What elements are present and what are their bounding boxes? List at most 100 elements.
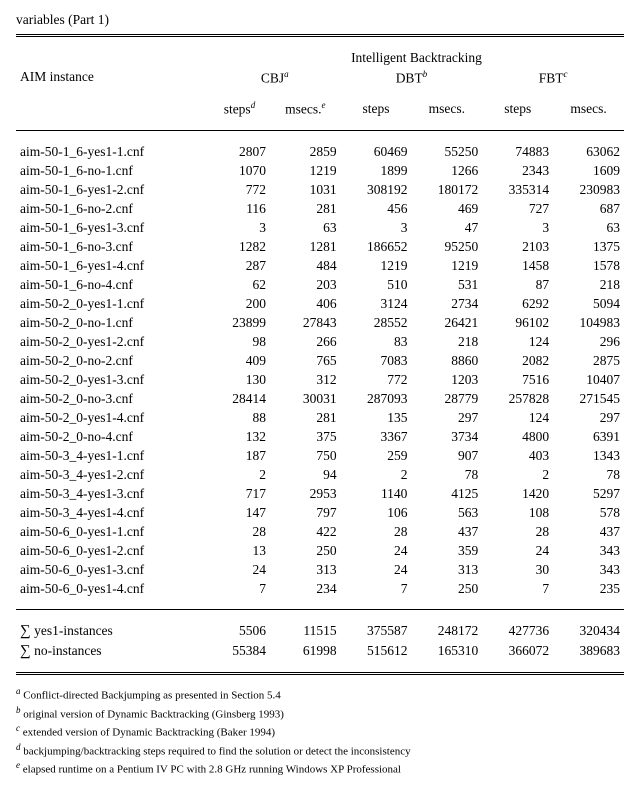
sum-label: ∑ no-instances bbox=[16, 641, 209, 661]
cell-cbj-steps: 23899 bbox=[209, 313, 270, 332]
cell-instance: aim-50-1_6-yes1-4.cnf bbox=[16, 256, 209, 275]
cell-fbt-steps: 2082 bbox=[482, 351, 553, 370]
cell-instance: aim-50-6_0-yes1-3.cnf bbox=[16, 560, 209, 579]
cell-instance: aim-50-3_4-yes1-3.cnf bbox=[16, 484, 209, 503]
cell-cbj-msecs: 406 bbox=[270, 294, 341, 313]
cell-fbt-msecs: 296 bbox=[553, 332, 624, 351]
cell-cbj-steps: 1282 bbox=[209, 237, 270, 256]
cell-instance: aim-50-6_0-yes1-4.cnf bbox=[16, 579, 209, 598]
cell-cbj-msecs: 1281 bbox=[270, 237, 341, 256]
cell-instance: aim-50-1_6-no-1.cnf bbox=[16, 161, 209, 180]
cell-fbt-msecs: 6391 bbox=[553, 427, 624, 446]
sum-cbj-steps: 55384 bbox=[209, 641, 270, 661]
cell-fbt-steps: 403 bbox=[482, 446, 553, 465]
cell-fbt-msecs: 297 bbox=[553, 408, 624, 427]
cell-instance: aim-50-6_0-yes1-2.cnf bbox=[16, 541, 209, 560]
table-row: aim-50-2_0-no-4.cnf132375336737344800639… bbox=[16, 427, 624, 446]
cell-dbt-steps: 24 bbox=[341, 541, 412, 560]
cell-dbt-msecs: 250 bbox=[411, 579, 482, 598]
sum-fbt-msecs: 389683 bbox=[553, 641, 624, 661]
table-row: aim-50-3_4-yes1-2.cnf294278278 bbox=[16, 465, 624, 484]
cell-cbj-msecs: 765 bbox=[270, 351, 341, 370]
sum-dbt-msecs: 165310 bbox=[411, 641, 482, 661]
table-row: aim-50-3_4-yes1-1.cnf1877502599074031343 bbox=[16, 446, 624, 465]
sum-fbt-msecs: 320434 bbox=[553, 621, 624, 641]
cell-fbt-msecs: 271545 bbox=[553, 389, 624, 408]
cell-cbj-msecs: 281 bbox=[270, 408, 341, 427]
cell-fbt-msecs: 10407 bbox=[553, 370, 624, 389]
cell-dbt-steps: 28552 bbox=[341, 313, 412, 332]
cell-fbt-msecs: 2875 bbox=[553, 351, 624, 370]
cell-fbt-steps: 87 bbox=[482, 275, 553, 294]
cell-instance: aim-50-2_0-yes1-3.cnf bbox=[16, 370, 209, 389]
header-dbt: DBTb bbox=[341, 67, 483, 88]
cell-fbt-msecs: 104983 bbox=[553, 313, 624, 332]
cell-cbj-steps: 409 bbox=[209, 351, 270, 370]
sum-cbj-msecs: 61998 bbox=[270, 641, 341, 661]
cell-cbj-steps: 187 bbox=[209, 446, 270, 465]
cell-fbt-steps: 7516 bbox=[482, 370, 553, 389]
cell-cbj-steps: 62 bbox=[209, 275, 270, 294]
cell-dbt-steps: 24 bbox=[341, 560, 412, 579]
header-fbt: FBTc bbox=[482, 67, 624, 88]
cell-fbt-steps: 727 bbox=[482, 199, 553, 218]
cell-fbt-msecs: 235 bbox=[553, 579, 624, 598]
table-row: aim-50-1_6-no-2.cnf116281456469727687 bbox=[16, 199, 624, 218]
cell-dbt-msecs: 218 bbox=[411, 332, 482, 351]
cell-cbj-steps: 130 bbox=[209, 370, 270, 389]
header-cbj: CBJa bbox=[209, 67, 341, 88]
cell-dbt-msecs: 180172 bbox=[411, 180, 482, 199]
cell-dbt-steps: 106 bbox=[341, 503, 412, 522]
cell-fbt-steps: 7 bbox=[482, 579, 553, 598]
header-dbt-msecs: msecs. bbox=[411, 99, 482, 120]
cell-dbt-msecs: 8860 bbox=[411, 351, 482, 370]
cell-instance: aim-50-1_6-no-4.cnf bbox=[16, 275, 209, 294]
cell-cbj-msecs: 313 bbox=[270, 560, 341, 579]
cell-fbt-msecs: 5094 bbox=[553, 294, 624, 313]
cell-fbt-msecs: 63062 bbox=[553, 142, 624, 161]
cell-instance: aim-50-2_0-yes1-2.cnf bbox=[16, 332, 209, 351]
cell-dbt-msecs: 1203 bbox=[411, 370, 482, 389]
cell-cbj-msecs: 2859 bbox=[270, 142, 341, 161]
sum-fbt-steps: 427736 bbox=[482, 621, 553, 641]
cell-cbj-steps: 88 bbox=[209, 408, 270, 427]
cell-dbt-steps: 7 bbox=[341, 579, 412, 598]
cell-fbt-steps: 6292 bbox=[482, 294, 553, 313]
table-row: aim-50-6_0-yes1-2.cnf132502435924343 bbox=[16, 541, 624, 560]
cell-cbj-steps: 132 bbox=[209, 427, 270, 446]
sum-row: ∑ no-instances55384619985156121653103660… bbox=[16, 641, 624, 661]
sum-label: ∑ yes1-instances bbox=[16, 621, 209, 641]
cell-dbt-msecs: 907 bbox=[411, 446, 482, 465]
cell-fbt-msecs: 343 bbox=[553, 541, 624, 560]
header-row-2: AIM instance CBJa DBTb FBTc bbox=[16, 67, 624, 88]
header-cbj-msecs: msecs.e bbox=[270, 99, 341, 120]
cell-fbt-steps: 2343 bbox=[482, 161, 553, 180]
cell-dbt-msecs: 563 bbox=[411, 503, 482, 522]
cell-cbj-msecs: 422 bbox=[270, 522, 341, 541]
header-cbj-steps: stepsd bbox=[209, 99, 270, 120]
cell-fbt-steps: 28 bbox=[482, 522, 553, 541]
cell-dbt-steps: 186652 bbox=[341, 237, 412, 256]
cell-fbt-msecs: 218 bbox=[553, 275, 624, 294]
header-row-1: Intelligent Backtracking bbox=[16, 48, 624, 67]
cell-cbj-steps: 28 bbox=[209, 522, 270, 541]
cell-cbj-steps: 2 bbox=[209, 465, 270, 484]
cell-instance: aim-50-2_0-no-3.cnf bbox=[16, 389, 209, 408]
footnote-b: b original version of Dynamic Backtracki… bbox=[16, 704, 624, 723]
table-row: aim-50-2_0-yes1-1.cnf2004063124273462925… bbox=[16, 294, 624, 313]
cell-dbt-steps: 456 bbox=[341, 199, 412, 218]
header-group-top: Intelligent Backtracking bbox=[209, 48, 624, 67]
cell-fbt-steps: 96102 bbox=[482, 313, 553, 332]
cell-cbj-msecs: 750 bbox=[270, 446, 341, 465]
cell-instance: aim-50-3_4-yes1-4.cnf bbox=[16, 503, 209, 522]
cell-instance: aim-50-1_6-yes1-2.cnf bbox=[16, 180, 209, 199]
table-row: aim-50-2_0-no-2.cnf409765708388602082287… bbox=[16, 351, 624, 370]
header-fbt-steps: steps bbox=[482, 99, 553, 120]
sum-row: ∑ yes1-instances550611515375587248172427… bbox=[16, 621, 624, 641]
cell-dbt-msecs: 47 bbox=[411, 218, 482, 237]
header-dbt-steps: steps bbox=[341, 99, 412, 120]
table-row: aim-50-6_0-yes1-1.cnf284222843728437 bbox=[16, 522, 624, 541]
sum-cbj-msecs: 11515 bbox=[270, 621, 341, 641]
table-row: aim-50-1_6-yes1-3.cnf363347363 bbox=[16, 218, 624, 237]
cell-cbj-msecs: 1219 bbox=[270, 161, 341, 180]
